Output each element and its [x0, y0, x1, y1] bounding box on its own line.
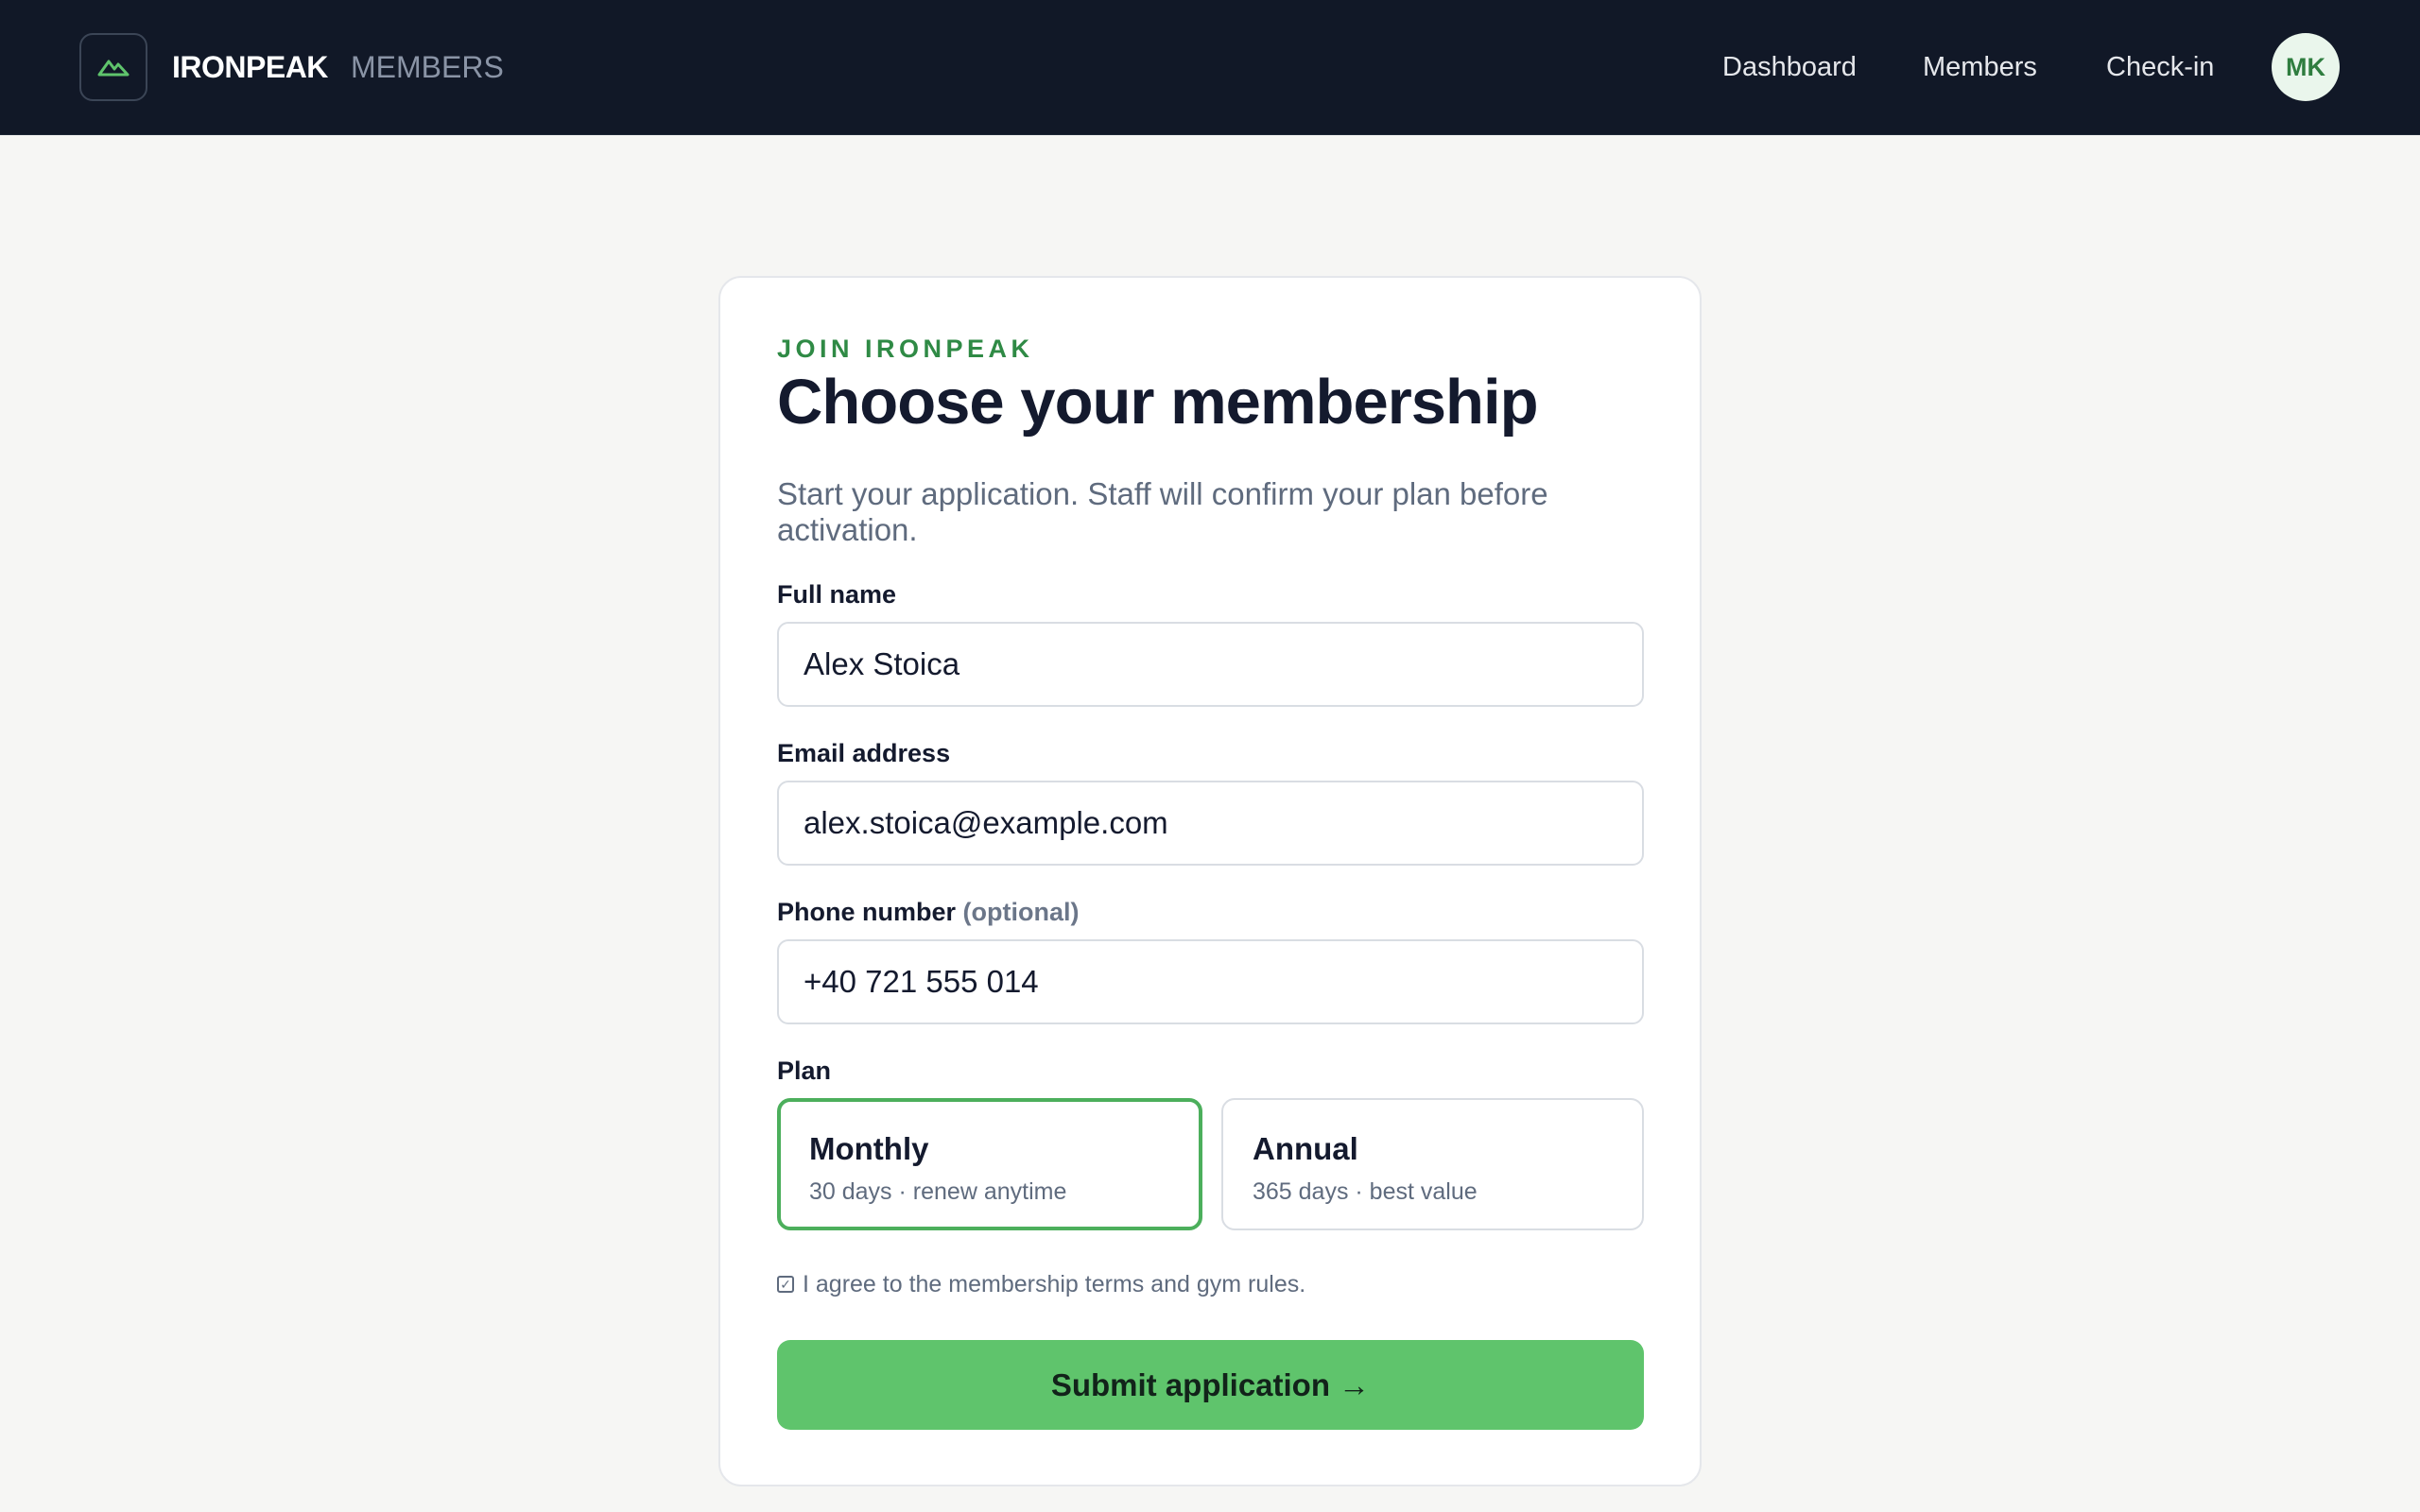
- plan-name: Annual: [1253, 1131, 1358, 1166]
- brand-name: IRONPEAK: [172, 50, 328, 84]
- phone-input[interactable]: [777, 939, 1644, 1024]
- email-input[interactable]: [777, 781, 1644, 866]
- form-description: Start your application. Staff will confi…: [777, 476, 1548, 547]
- plan-label: Plan: [777, 1057, 832, 1085]
- plan-option-monthly[interactable]: Monthly 30 days · renew anytime: [777, 1098, 1202, 1230]
- plan-option-annual[interactable]: Annual 365 days · best value: [1221, 1098, 1644, 1230]
- membership-form-card: JOIN IRONPEAK Choose your membership Sta…: [718, 276, 1702, 1486]
- full-name-input[interactable]: [777, 622, 1644, 707]
- page-title: Choose your membership: [777, 367, 1539, 438]
- user-avatar[interactable]: MK: [2272, 33, 2340, 101]
- nav-members[interactable]: Members: [1923, 48, 2037, 86]
- plan-description: 30 days · renew anytime: [809, 1178, 1067, 1205]
- submit-application-button[interactable]: Submit application →: [777, 1340, 1644, 1430]
- plan-description: 365 days · best value: [1253, 1178, 1478, 1205]
- phone-label-text: Phone number: [777, 898, 957, 926]
- optional-hint: (optional): [962, 898, 1080, 926]
- full-name-label: Full name: [777, 580, 897, 609]
- top-bar: IRONPEAK MEMBERS Dashboard Members Check…: [0, 0, 2420, 135]
- nav-dashboard[interactable]: Dashboard: [1722, 48, 1857, 86]
- nav-check-in[interactable]: Check-in: [2106, 48, 2214, 86]
- logo[interactable]: [79, 33, 147, 101]
- form-eyebrow: JOIN IRONPEAK: [777, 335, 1034, 363]
- terms-checkbox[interactable]: ✓: [777, 1276, 794, 1293]
- brand-subtitle: MEMBERS: [351, 50, 504, 84]
- email-label: Email address: [777, 739, 951, 767]
- terms-label: I agree to the membership terms and gym …: [803, 1271, 1306, 1297]
- mountain-icon: [97, 60, 130, 77]
- plan-name: Monthly: [809, 1131, 929, 1166]
- terms-agreement[interactable]: ✓ I agree to the membership terms and gy…: [777, 1270, 1305, 1298]
- phone-label: Phone number (optional): [777, 896, 1080, 928]
